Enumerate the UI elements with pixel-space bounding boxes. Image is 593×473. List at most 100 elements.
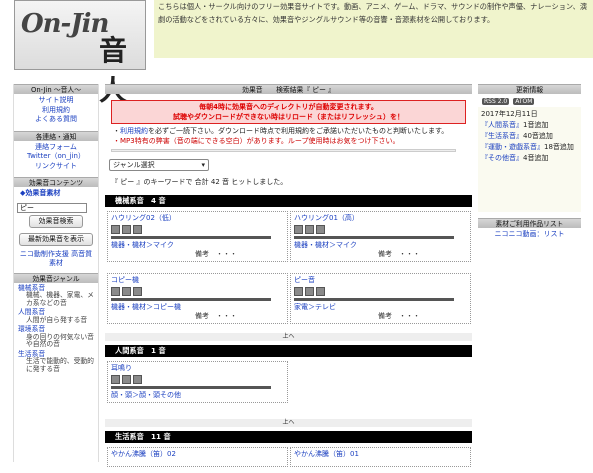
genre-machine-desc: 機械、機器、家電、メカ系などの音	[26, 291, 94, 307]
pause-icon[interactable]	[122, 225, 131, 234]
update-category-link[interactable]: 『運動・遊戯系音』	[481, 143, 544, 151]
link-terms[interactable]: 利用規約	[14, 106, 98, 116]
progress-bar[interactable]	[294, 236, 454, 239]
sound-item: ハウリング01（高） 機器・機材＞マイク 備考 ・・・	[290, 211, 471, 262]
update-item: 『生活系音』40音追加	[481, 132, 553, 140]
search-input[interactable]: ピー	[17, 202, 87, 213]
main-content: 効果音 検索結果『 ピー 』 毎朝4時に効果音へのディレクトリが自動変更されます…	[105, 84, 472, 467]
pause-icon[interactable]	[305, 225, 314, 234]
sound-item: やかん沸騰（笛）02	[107, 447, 288, 467]
update-category-link[interactable]: 『生活系音』	[481, 132, 523, 140]
sound-title[interactable]: やかん沸騰（笛）02	[111, 450, 284, 459]
genre-select[interactable]: ジャンル選択 ▾	[109, 159, 209, 171]
download-icon[interactable]	[316, 287, 325, 296]
sound-item: コピー機 機器・機材＞コピー機 備考 ・・・	[107, 273, 288, 324]
sound-memo: 備考 ・・・	[378, 250, 420, 258]
update-item: 『人間系音』1音追加	[481, 121, 549, 129]
category-header-machine: 機械系音 4 音	[105, 195, 472, 207]
update-date: 2017年12月11日	[481, 110, 538, 118]
right-sidebar: 更新情報 RSS 2.0 ATOM 2017年12月11日 『人間系音』1音追加…	[478, 84, 581, 462]
back-to-top-link[interactable]: 上へ	[105, 419, 472, 427]
sound-title[interactable]: ハウリング01（高）	[294, 214, 467, 223]
back-to-top-link[interactable]: 上へ	[105, 333, 472, 341]
link-sound-materials[interactable]: ◆効果音素材	[20, 189, 98, 199]
chevron-down-icon: ▾	[201, 161, 205, 169]
genre-list: 機械系音 機械、機器、家電、メカ系などの音 人間系音 人間が自ら発する音 環境系…	[14, 284, 98, 374]
main-title-bar: 効果音 検索結果『 ピー 』	[105, 84, 472, 94]
progress-bar[interactable]	[111, 298, 271, 301]
category-header-life: 生活系音 11 音	[105, 431, 472, 443]
atom-badge[interactable]: ATOM	[513, 98, 535, 105]
site-intro: こちらは個人・サークル向けのフリー効果音サイトです。動画、アニメ、ゲーム、ドラマ…	[154, 0, 593, 58]
sound-title[interactable]: ハウリング02（低）	[111, 214, 284, 223]
sound-category-path[interactable]: 家電＞テレビ	[294, 303, 467, 312]
sound-category-path[interactable]: 機器・機材＞マイク	[111, 241, 284, 250]
sound-item: やかん沸騰（笛）01	[290, 447, 471, 467]
sound-category-path[interactable]: 機器・機材＞コピー機	[111, 303, 284, 312]
update-info-head: 更新情報	[478, 84, 581, 94]
notice-bullet-1: ・利用規約を必ずご一読下さい。ダウンロード時点で利用規約をご承諾いただいたものと…	[113, 127, 449, 135]
rss-badge[interactable]: RSS 2.0	[482, 98, 510, 105]
update-category-link[interactable]: 『人間系音』	[481, 121, 523, 129]
newest-sounds-button[interactable]: 最新効果音を表示	[19, 232, 93, 246]
feed-badges: RSS 2.0 ATOM	[482, 98, 581, 105]
update-category-link[interactable]: 『その他音』	[481, 154, 523, 162]
category-header-human: 人間系音 1 音	[105, 345, 472, 357]
link-contact-form[interactable]: 連絡フォーム	[14, 143, 98, 153]
genre-life-desc: 生活で能動的、受動的に発する音	[26, 357, 94, 373]
category-machine-items: ハウリング02（低） 機器・機材＞マイク 備考 ・・・ ハウリング01（高） 機…	[105, 207, 472, 333]
main-title-result: 検索結果『 ピー 』	[276, 86, 335, 94]
download-icon[interactable]	[316, 225, 325, 234]
nico-support-link[interactable]: ニコ動制作支援 高音質素材	[19, 248, 93, 271]
main-title-label: 効果音	[242, 86, 263, 94]
notice-line-1: 毎朝4時に効果音へのディレクトリが自動変更されます。	[199, 103, 378, 111]
works-list-link[interactable]: ニコニコ動画：リスト	[478, 228, 581, 242]
sound-title[interactable]: やかん沸騰（笛）01	[294, 450, 467, 459]
sound-item: ハウリング02（低） 機器・機材＞マイク 備考 ・・・	[107, 211, 288, 262]
result-summary: 『 ピー 』のキーワードで 合計 42 音 ヒットしました。	[111, 178, 288, 186]
sound-category-path[interactable]: 機器・機材＞マイク	[294, 241, 467, 250]
progress-bar[interactable]	[111, 386, 271, 389]
pause-icon[interactable]	[122, 375, 131, 384]
update-item: 『その他音』4音追加	[481, 154, 549, 162]
sound-title[interactable]: ピー音	[294, 276, 467, 285]
link-twitter[interactable]: Twitter（on_jin）	[14, 152, 98, 162]
sound-title[interactable]: 耳鳴り	[111, 364, 284, 373]
sidebar-head-site: On-Jin ～音人～	[14, 84, 98, 94]
download-icon[interactable]	[133, 287, 142, 296]
notice-bullet-2: ・MP3特有の弊害（音の端にできる空白）があります。ループ使用時はお気をつけ下さ…	[113, 137, 400, 145]
search-button[interactable]: 効果音検索	[29, 214, 83, 228]
download-icon[interactable]	[133, 225, 142, 234]
play-icon[interactable]	[294, 225, 303, 234]
play-icon[interactable]	[111, 225, 120, 234]
sound-item: ピー音 家電＞テレビ 備考 ・・・	[290, 273, 471, 324]
sidebar-head-content: 効果音コンテンツ	[14, 177, 98, 187]
site-header: On-Jin 音人 こちらは個人・サークル向けのフリー効果音サイトです。動画、ア…	[0, 0, 593, 107]
play-icon[interactable]	[111, 287, 120, 296]
site-logo[interactable]: On-Jin 音人	[14, 0, 146, 107]
play-icon[interactable]	[111, 375, 120, 384]
link-faq[interactable]: よくある質問	[14, 115, 98, 125]
notice-line-2: 試聴やダウンロードができない時はリロード（またはリフレッシュ）を！	[173, 113, 404, 121]
sound-title[interactable]: コピー機	[111, 276, 284, 285]
update-list: 2017年12月11日 『人間系音』1音追加 『生活系音』40音追加 『運動・遊…	[478, 107, 581, 212]
pause-icon[interactable]	[305, 287, 314, 296]
divider	[111, 149, 456, 152]
genre-human-desc: 人間が自ら発する音	[26, 315, 88, 324]
download-icon[interactable]	[133, 375, 142, 384]
category-life-items: やかん沸騰（笛）02 やかん沸騰（笛）01	[105, 443, 472, 473]
sidebar-head-genre: 効果音ジャンル	[14, 272, 98, 283]
link-site-description[interactable]: サイト説明	[14, 96, 98, 106]
progress-bar[interactable]	[111, 236, 271, 239]
sound-category-path[interactable]: 顔・頭＞顔・頭その他	[111, 391, 284, 400]
link-link-sites[interactable]: リンクサイト	[14, 162, 98, 172]
left-sidebar: On-Jin ～音人～ サイト説明 利用規約 よくある質問 各連絡・通知 連絡フ…	[13, 84, 99, 462]
play-icon[interactable]	[294, 287, 303, 296]
sound-item: 耳鳴り 顔・頭＞顔・頭その他	[107, 361, 288, 403]
logo-on-text: On-Jin	[21, 9, 109, 39]
progress-bar[interactable]	[294, 298, 454, 301]
sidebar-head-contact: 各連絡・通知	[14, 130, 98, 141]
category-human-items: 耳鳴り 顔・頭＞顔・頭その他	[105, 357, 472, 419]
terms-link[interactable]: 利用規約	[120, 127, 148, 135]
pause-icon[interactable]	[122, 287, 131, 296]
